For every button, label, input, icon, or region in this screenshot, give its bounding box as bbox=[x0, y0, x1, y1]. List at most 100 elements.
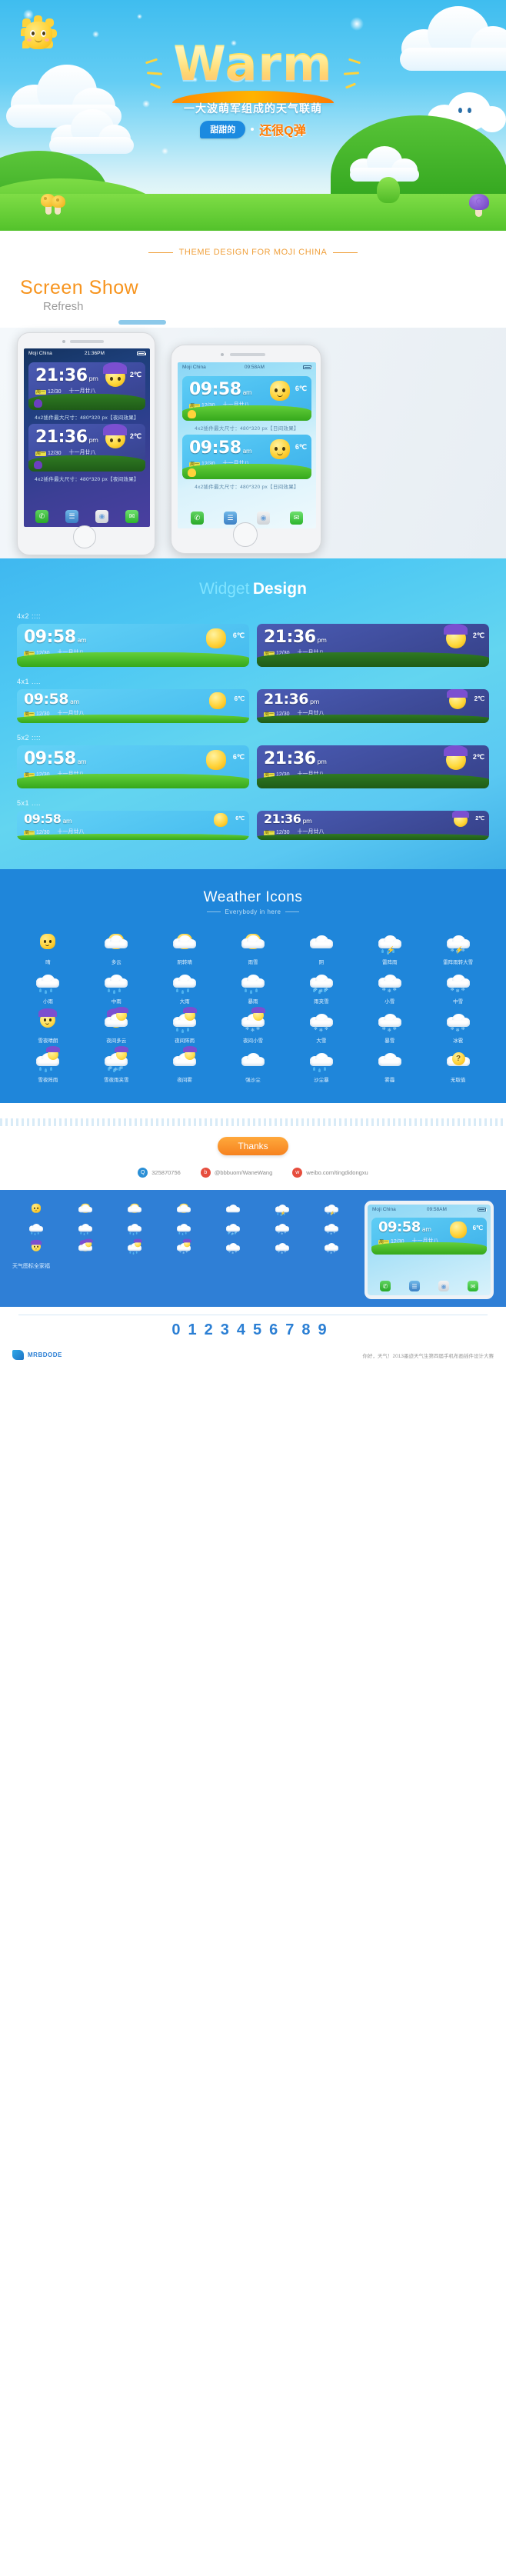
weather-icon-cell[interactable]: 多云 bbox=[82, 929, 151, 965]
moon-mascot-icon bbox=[452, 811, 469, 827]
widget-card-day[interactable]: 09:58am 周一 12/30 十一月廿八 ◉ 北京 晴 1/6℃ 6℃ bbox=[17, 689, 249, 723]
contact-link[interactable]: w weibo.com/tingdidongxu bbox=[292, 1168, 368, 1178]
contact-link[interactable]: b @bbbuom/WaneWang bbox=[200, 1168, 272, 1178]
snowflake: ✻ bbox=[450, 948, 454, 953]
footer-phone-panel: Moji China 09:58AM 09:58 am 周一 12/30 十一月廿… bbox=[365, 1201, 494, 1299]
weather-icon-cell[interactable]: ✻ ✻ ✻ ⚡ 雷阵雨转大雪 bbox=[424, 929, 492, 965]
lightning: ⚡ bbox=[330, 1211, 335, 1216]
dotted-divider bbox=[0, 1118, 506, 1126]
footer-weather-widget[interactable]: 09:58am 周一 12/30 十一月廿八 ◉ 北京 晴 1/6℃ bbox=[371, 1218, 487, 1255]
sun-mascot-icon bbox=[270, 381, 290, 401]
weather-icon-cell[interactable]: 晴 bbox=[14, 929, 82, 965]
weather-icon-cell[interactable]: ✻ ✻ ✻ 夜间小雪 bbox=[219, 1007, 288, 1044]
messages-icon[interactable]: ✉ bbox=[290, 512, 303, 525]
weather-icon-glyph-wrap bbox=[82, 968, 151, 996]
widget-card-day[interactable]: 09:58am 周一 12/30 十一月廿八 ◉ 北京 晴 1/6℃ 6℃ bbox=[17, 811, 249, 840]
safari-icon[interactable]: ◉ bbox=[438, 1281, 449, 1291]
weather-icon-cell[interactable]: ? 无取值 bbox=[424, 1047, 492, 1083]
footer-weather-icon bbox=[111, 1201, 158, 1218]
weather-icon-label: 晴 bbox=[45, 960, 51, 965]
widget-card-night[interactable]: 21:36pm 周一 12/30 十一月廿八 ◉ 北京 晴 1/6℃ bbox=[257, 624, 489, 667]
light-rain-icon bbox=[28, 1221, 43, 1235]
snowflake: ✻ bbox=[228, 1231, 231, 1235]
contacts-icon[interactable]: ☰ bbox=[65, 510, 78, 523]
weather-icon-cell[interactable]: 沙尘暴 bbox=[287, 1047, 355, 1083]
weather-icon-cell[interactable]: 中雨 bbox=[82, 968, 151, 1005]
messages-icon[interactable]: ✉ bbox=[468, 1281, 478, 1291]
storm-rain-icon bbox=[176, 1221, 191, 1235]
contacts-icon[interactable]: ☰ bbox=[409, 1281, 420, 1291]
widget-card-day[interactable]: 09:58am 周一 12/30 十一月廿八 ◉ 北京 晴 1/6℃ 6℃ bbox=[17, 745, 249, 788]
logo-text: MRBDODE bbox=[28, 1351, 62, 1358]
weather-icon-glyph-wrap bbox=[151, 1007, 219, 1035]
messages-icon[interactable]: ✉ bbox=[125, 510, 138, 523]
widget-card-night[interactable]: 21:36pm 周一 12/30 十一月廿八 ◉ 北京 晴 1/6℃ bbox=[257, 745, 489, 788]
weather-icon-cell[interactable]: ✻ ✻ ✻ 冰雹 bbox=[424, 1008, 492, 1044]
snowflake: ✻ bbox=[455, 989, 460, 994]
weather-widget-4x2-night-2[interactable]: 21:36pm 周一 12/30 十一月廿八 ◉ 北京 晴 1/6℃ bbox=[28, 424, 145, 472]
moon-mascot-icon bbox=[444, 624, 468, 648]
safari-icon[interactable]: ◉ bbox=[257, 512, 270, 525]
weather-icon-cell[interactable]: 雪夜阵雨 bbox=[14, 1046, 82, 1083]
weather-icon-cell[interactable]: 暴雨 bbox=[219, 968, 288, 1005]
weather-icon-cell[interactable]: 夜间多云 bbox=[82, 1007, 151, 1044]
weather-icon-cell[interactable]: 小雨 bbox=[14, 968, 82, 1005]
footer-weather-icon: ✻ ✻ ✻ bbox=[308, 1239, 355, 1256]
thanks-button[interactable]: Thanks bbox=[218, 1137, 288, 1155]
home-button[interactable] bbox=[73, 525, 96, 548]
raindrop bbox=[187, 988, 190, 992]
weather-widget-4x2-day-2[interactable]: 09:58am 周一 12/30 十一月廿八 ◉ 北京 晴 1/6℃ bbox=[182, 435, 311, 479]
weather-icon-cell[interactable]: 夜间阵雨 bbox=[151, 1007, 219, 1044]
phone-screen-night[interactable]: Moji China 21:36PM 21:36 pm 周一 12/30 十一月廿… bbox=[24, 348, 150, 527]
night-shower-icon bbox=[127, 1238, 142, 1255]
weather-widget-4x2-day[interactable]: 09:58am 周一 12/30 十一月廿八 ◉ 北京 晴 1/6℃ bbox=[182, 376, 311, 421]
weather-icon-cell[interactable]: ✻ ✻ ✻ 大雪 bbox=[287, 1008, 355, 1044]
weather-icon-cell[interactable]: 雨雪 bbox=[219, 929, 288, 965]
home-button[interactable] bbox=[233, 522, 258, 547]
widget-card-night[interactable]: 21:36pm 周一 12/30 十一月廿八 ◉ 北京 晴 1/6℃ bbox=[257, 811, 489, 840]
weather-widget-4x2-night[interactable]: 21:36pm 周一 12/30 十一月廿八 ◉ 北京 晴 1/6℃ bbox=[28, 362, 145, 410]
weather-icon-cell[interactable]: 雾霾 bbox=[355, 1047, 424, 1083]
weather-icon-cell[interactable]: 夜间雾 bbox=[151, 1046, 219, 1083]
lightning: ⚡ bbox=[454, 946, 464, 954]
status-time: 09:58AM bbox=[244, 365, 265, 370]
phone-icon[interactable]: ✆ bbox=[35, 510, 48, 523]
night-fog-icon bbox=[171, 1046, 198, 1072]
weather-icon-cell[interactable]: ✻ ✻ ✻ 中雪 bbox=[424, 968, 492, 1005]
hero-tag-blue: 甜甜的 bbox=[200, 120, 246, 138]
snowflake: ✻ bbox=[327, 1231, 330, 1235]
widget-card-day[interactable]: 09:58am 周一 12/30 十一月廿八 ◉ 北京 晴 1/6℃ 6℃ bbox=[17, 624, 249, 667]
dust-icon bbox=[240, 1049, 266, 1072]
status-bar: Moji China 09:58AM bbox=[178, 362, 316, 372]
weather-icon-label: 雨雪 bbox=[248, 960, 258, 965]
raindrop bbox=[132, 1252, 135, 1255]
weather-icon-cell[interactable]: ✻ ✻ ✻ 小雪 bbox=[355, 968, 424, 1005]
weather-icon-cell[interactable]: 强沙尘 bbox=[219, 1047, 288, 1083]
widget-card-night[interactable]: 21:36pm 周一 12/30 十一月廿八 ◉ 北京 晴 1/6℃ bbox=[257, 689, 489, 723]
moderate-snow-icon: ✻ ✻ ✻ bbox=[324, 1221, 339, 1235]
weather-icon-cell[interactable]: 大雨 bbox=[151, 968, 219, 1005]
raindrop bbox=[277, 1212, 279, 1215]
phone-icon[interactable]: ✆ bbox=[380, 1281, 391, 1291]
weather-icon-cell[interactable]: 雪夜晴朗 bbox=[14, 1008, 82, 1044]
weather-icon-cell[interactable]: 阴 bbox=[287, 929, 355, 965]
weather-icon-cell[interactable]: ✻ ✻ ✻ 暴雪 bbox=[355, 1008, 424, 1044]
contacts-icon[interactable]: ☰ bbox=[224, 512, 237, 525]
phone-screen-day[interactable]: Moji China 09:58AM 09:58am 周一 12/30 十一月廿… bbox=[178, 362, 316, 528]
weather-icon-glyph-wrap bbox=[82, 929, 151, 957]
weather-icon-glyph-wrap bbox=[151, 929, 219, 957]
weather-icon-cell[interactable]: ✻ ✻ ✻ 雪夜雨夹雪 bbox=[82, 1046, 151, 1083]
weather-icon-cell[interactable]: ⚡ 雷阵雨 bbox=[355, 929, 424, 965]
phone-mockup-night[interactable]: Moji China 21:36PM 21:36 pm 周一 12/30 十一月廿… bbox=[17, 332, 155, 555]
weather-icon-cell[interactable]: ✻ ✻ ✻ 雨夹雪 bbox=[287, 968, 355, 1005]
widget-temp-big: 2℃ bbox=[472, 753, 484, 761]
weather-icon-label: 多云 bbox=[111, 960, 122, 965]
weather-icon-cell[interactable]: 阴转晴 bbox=[151, 929, 219, 965]
footer-phone[interactable]: Moji China 09:58AM 09:58 am 周一 12/30 十一月廿… bbox=[365, 1201, 494, 1299]
phone-icon[interactable]: ✆ bbox=[191, 512, 204, 525]
footer-weather-icon: ✻ ✻ ✻ bbox=[160, 1238, 207, 1256]
safari-icon[interactable]: ◉ bbox=[95, 510, 108, 523]
contact-link[interactable]: Q 325870756 bbox=[138, 1168, 181, 1178]
phone-mockup-day[interactable]: Moji China 09:58AM 09:58am 周一 12/30 十一月廿… bbox=[171, 345, 321, 554]
moderate-rain-icon bbox=[103, 971, 129, 994]
